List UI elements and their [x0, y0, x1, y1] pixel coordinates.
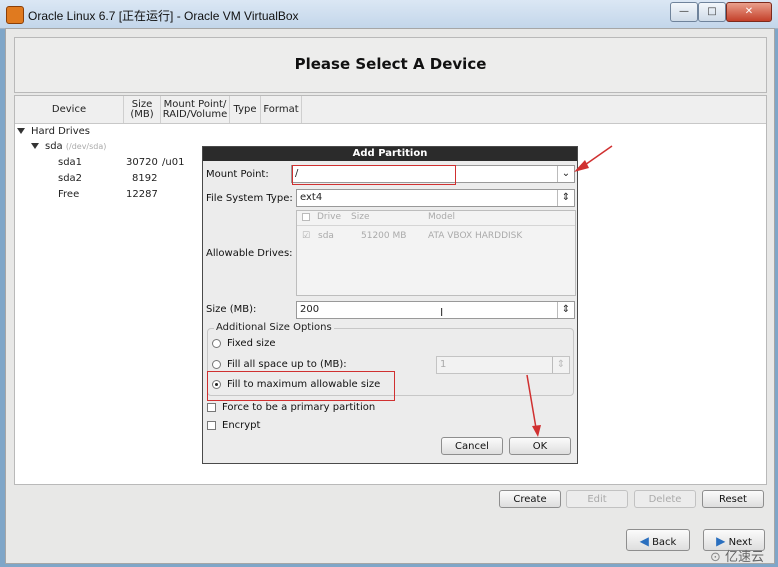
annotation-arrows	[526, 145, 613, 437]
watermark: ⊙ 亿速云	[709, 550, 764, 565]
arrow-to-mount-point	[574, 145, 613, 172]
arrow-to-ok-button	[526, 374, 541, 437]
watermark-logo-icon: ⊙	[709, 550, 721, 565]
